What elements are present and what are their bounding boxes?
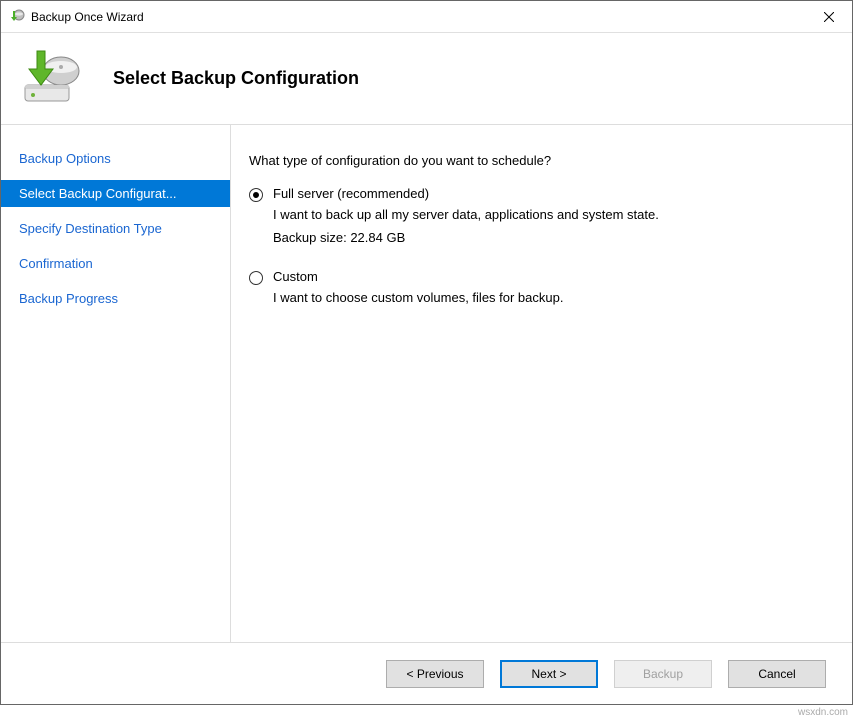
close-icon [824, 12, 834, 22]
wizard-content: What type of configuration do you want t… [231, 125, 852, 642]
previous-button[interactable]: < Previous [386, 660, 484, 688]
option-full-server-size: Backup size: 22.84 GB [273, 230, 659, 245]
page-title: Select Backup Configuration [113, 68, 359, 89]
titlebar: Backup Once Wizard [1, 1, 852, 33]
step-backup-options[interactable]: Backup Options [1, 145, 230, 172]
backup-button: Backup [614, 660, 712, 688]
option-custom-desc: I want to choose custom volumes, files f… [273, 290, 563, 305]
close-button[interactable] [806, 1, 852, 33]
next-button[interactable]: Next > [500, 660, 598, 688]
window-title: Backup Once Wizard [31, 10, 806, 24]
option-full-server[interactable]: Full server (recommended) I want to back… [249, 186, 822, 245]
option-custom-label: Custom [273, 269, 563, 284]
step-select-backup-configuration[interactable]: Select Backup Configurat... [1, 180, 230, 207]
watermark: wsxdn.com [798, 707, 848, 718]
wizard-body: Backup Options Select Backup Configurat.… [1, 125, 852, 642]
radio-custom[interactable] [249, 271, 263, 285]
app-icon [9, 9, 25, 25]
option-full-server-label: Full server (recommended) [273, 186, 659, 201]
option-custom[interactable]: Custom I want to choose custom volumes, … [249, 269, 822, 313]
step-specify-destination-type[interactable]: Specify Destination Type [1, 215, 230, 242]
backup-icon [19, 47, 83, 111]
wizard-header: Select Backup Configuration [1, 33, 852, 125]
wizard-window: Backup Once Wizard Select Backup Configu… [0, 0, 853, 705]
radio-full-server[interactable] [249, 188, 263, 202]
cancel-button[interactable]: Cancel [728, 660, 826, 688]
option-full-server-desc: I want to back up all my server data, ap… [273, 207, 659, 222]
wizard-steps-sidebar: Backup Options Select Backup Configurat.… [1, 125, 231, 642]
config-question: What type of configuration do you want t… [249, 153, 822, 168]
wizard-footer: < Previous Next > Backup Cancel [1, 642, 852, 704]
step-confirmation[interactable]: Confirmation [1, 250, 230, 277]
step-backup-progress[interactable]: Backup Progress [1, 285, 230, 312]
